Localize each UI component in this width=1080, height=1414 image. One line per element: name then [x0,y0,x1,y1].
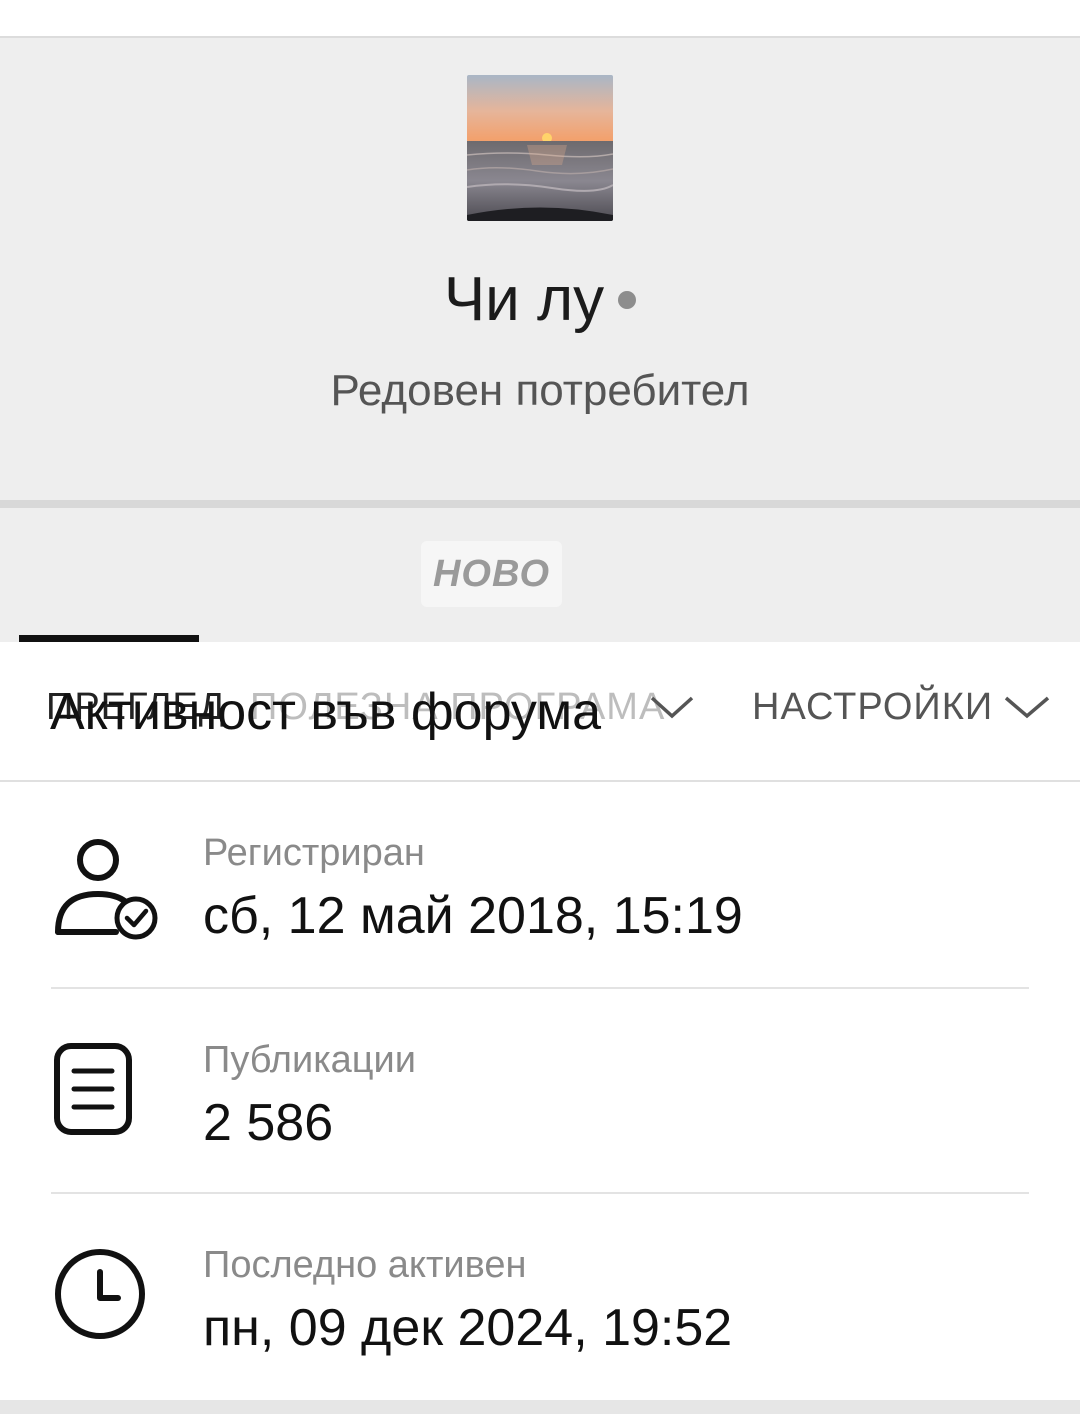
stat-value: 2 586 [203,1094,334,1152]
user-check-icon [55,839,158,940]
avatar-image [467,75,613,221]
clock-icon [55,1249,145,1339]
top-bar [0,0,1080,38]
avatar[interactable] [467,75,613,221]
username-row: Чи лу [0,264,1080,335]
chevron-down-icon[interactable] [648,692,696,722]
stat-registered: Регистриран сб, 12 май 2018, 15:19 [0,782,1080,986]
stat-value: сб, 12 май 2018, 15:19 [203,887,743,945]
tab-bar: ПРЕГЛЕД ПОЛЕЗНА ПРОГРАМА НАСТРОЙКИ Актив… [0,642,1080,782]
section-divider [0,500,1080,508]
stat-label: Публикации [203,1039,417,1081]
online-status-dot [618,290,637,309]
user-rank: Редовен потребител [330,366,750,415]
profile-header: Чи лу Редовен потребител [0,38,1080,500]
stat-posts[interactable]: Публикации 2 586 [0,989,1080,1193]
username: Чи лу [443,265,605,334]
stat-label: Регистриран [203,832,425,874]
stat-value: пн, 09 дек 2024, 19:52 [203,1299,733,1357]
chevron-down-icon[interactable] [1002,692,1052,722]
active-tab-indicator [19,635,199,642]
stat-label: Последно активен [203,1244,527,1286]
new-badge: НОВО [421,541,562,607]
tabs-header-area: НОВО [0,508,1080,642]
tab-settings[interactable]: НАСТРОЙКИ [752,686,993,729]
document-icon [54,1043,132,1135]
section-title: Активност във форума [50,683,602,741]
bottom-strip [0,1400,1080,1414]
stat-last-active: Последно активен пн, 09 дек 2024, 19:52 [0,1194,1080,1398]
